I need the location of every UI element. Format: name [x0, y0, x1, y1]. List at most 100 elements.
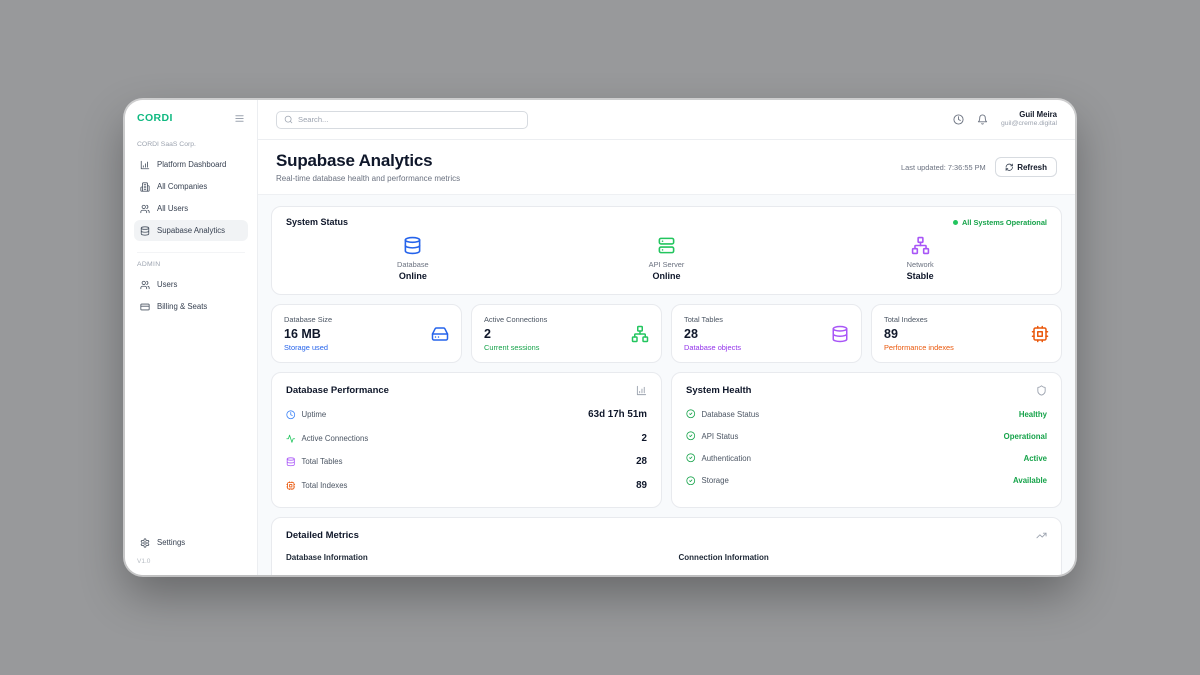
- detail-row-database-size: Database Size: 16 MB: [286, 569, 655, 575]
- gear-icon: [140, 538, 150, 548]
- health-row-label: Storage: [702, 476, 729, 485]
- detail-row-label: Active Connections:: [679, 574, 750, 575]
- last-updated-text: Last updated: 7:36:55 PM: [901, 163, 986, 172]
- database-icon: [286, 457, 296, 467]
- detail-row-value: 2: [1043, 574, 1047, 575]
- sidebar-item-supabase-analytics[interactable]: Supabase Analytics: [134, 220, 248, 241]
- detail-column-heading: Database Information: [286, 553, 655, 562]
- performance-row-active-connections: Active Connections 2: [286, 427, 647, 451]
- content-area: System Status All Systems Operational Da…: [258, 194, 1075, 575]
- metric-label: Total Indexes: [884, 315, 954, 324]
- hard-drive-icon: [431, 325, 449, 343]
- clock-icon: [286, 410, 296, 420]
- performance-row-value: 89: [636, 480, 647, 491]
- panels-row: Database Performance Uptime: [271, 372, 1062, 508]
- trending-up-icon: [1036, 530, 1047, 541]
- topbar: Guil Meira guil@creme.digital: [258, 100, 1075, 140]
- check-circle-icon: [686, 476, 696, 486]
- database-icon: [403, 236, 422, 255]
- main-area: Guil Meira guil@creme.digital Supabase A…: [258, 100, 1075, 575]
- credit-card-icon: [140, 302, 150, 312]
- app-version: V1.0: [137, 558, 245, 565]
- refresh-button[interactable]: Refresh: [995, 157, 1057, 177]
- search-icon: [284, 115, 293, 124]
- cpu-icon: [1031, 325, 1049, 343]
- sidebar: CORDI CORDI SaaS Corp. Platform Dashboar…: [125, 100, 258, 575]
- network-icon: [631, 325, 649, 343]
- metric-sublabel: Performance indexes: [884, 343, 954, 352]
- detail-column-heading: Connection Information: [679, 553, 1048, 562]
- database-performance-title: Database Performance: [286, 385, 389, 396]
- performance-row-label: Active Connections: [302, 434, 369, 443]
- users-icon: [140, 280, 150, 290]
- status-item-label: API Server: [649, 260, 685, 269]
- user-name: Guil Meira: [1001, 110, 1057, 120]
- bar-chart-icon: [140, 160, 150, 170]
- sidebar-item-label: Billing & Seats: [157, 302, 207, 311]
- performance-row-value: 28: [636, 456, 647, 467]
- health-row-storage: Storage Available: [686, 469, 1047, 491]
- app-logo: CORDI: [137, 112, 173, 124]
- refresh-icon: [1005, 163, 1014, 172]
- org-label: CORDI SaaS Corp.: [137, 141, 245, 148]
- database-icon: [831, 325, 849, 343]
- sidebar-item-label: Users: [157, 280, 177, 289]
- health-row-label: Database Status: [702, 410, 760, 419]
- detail-row-label: Database Size:: [286, 574, 340, 575]
- status-item-api-server: API Server Online: [540, 236, 794, 281]
- detail-row-active-connections: Active Connections: 2: [679, 569, 1048, 575]
- sidebar-item-label: Settings: [157, 538, 185, 547]
- database-performance-panel: Database Performance Uptime: [271, 372, 662, 508]
- check-circle-icon: [686, 409, 696, 419]
- check-circle-icon: [686, 431, 696, 441]
- sidebar-item-platform-dashboard[interactable]: Platform Dashboard: [134, 154, 248, 175]
- status-dot-icon: [953, 220, 958, 225]
- sidebar-item-settings[interactable]: Settings: [134, 532, 248, 553]
- health-row-database-status: Database Status Healthy: [686, 403, 1047, 425]
- metric-value: 2: [484, 327, 547, 341]
- detailed-metrics-card: Detailed Metrics Database Information Da…: [271, 517, 1062, 575]
- sidebar-item-all-users[interactable]: All Users: [134, 198, 248, 219]
- clock-icon[interactable]: [953, 114, 964, 125]
- sidebar-item-label: Platform Dashboard: [157, 160, 226, 169]
- bar-chart-icon: [636, 385, 647, 396]
- status-badge-label: All Systems Operational: [962, 218, 1047, 227]
- metric-sublabel: Current sessions: [484, 343, 547, 352]
- bell-icon[interactable]: [977, 114, 988, 125]
- detail-column-database-information: Database Information Database Size: 16 M…: [286, 553, 655, 575]
- detailed-metrics-title: Detailed Metrics: [286, 530, 359, 541]
- sidebar-item-billing-seats[interactable]: Billing & Seats: [134, 296, 248, 317]
- performance-row-label: Total Tables: [302, 457, 343, 466]
- user-menu[interactable]: Guil Meira guil@creme.digital: [1001, 110, 1057, 129]
- metric-label: Total Tables: [684, 315, 741, 324]
- performance-row-total-tables: Total Tables 28: [286, 450, 647, 474]
- search-input[interactable]: [298, 115, 520, 124]
- health-row-value: Active: [1024, 454, 1047, 463]
- page-header: Supabase Analytics Real-time database he…: [258, 140, 1075, 194]
- status-item-label: Database: [397, 260, 429, 269]
- search-input-wrapper[interactable]: [276, 111, 528, 129]
- health-row-label: Authentication: [702, 454, 751, 463]
- metric-sublabel: Database objects: [684, 343, 741, 352]
- app-window: CORDI CORDI SaaS Corp. Platform Dashboar…: [125, 100, 1075, 575]
- refresh-button-label: Refresh: [1017, 163, 1047, 172]
- metric-value: 28: [684, 327, 741, 341]
- sidebar-item-users[interactable]: Users: [134, 274, 248, 295]
- performance-row-label: Total Indexes: [302, 481, 348, 490]
- server-icon: [657, 236, 676, 255]
- system-health-panel: System Health Database Status: [671, 372, 1062, 508]
- sidebar-item-all-companies[interactable]: All Companies: [134, 176, 248, 197]
- status-item-network: Network Stable: [793, 236, 1047, 281]
- menu-icon[interactable]: [234, 113, 245, 124]
- user-email: guil@creme.digital: [1001, 120, 1057, 129]
- status-item-value: Online: [399, 271, 427, 281]
- system-status-title: System Status: [286, 217, 348, 227]
- metric-card-database-size: Database Size 16 MB Storage used: [271, 304, 462, 363]
- health-row-authentication: Authentication Active: [686, 447, 1047, 469]
- system-health-title: System Health: [686, 385, 751, 396]
- performance-row-value: 63d 17h 51m: [588, 409, 647, 420]
- metric-cards-row: Database Size 16 MB Storage used Active …: [271, 304, 1062, 363]
- health-row-value: Available: [1013, 476, 1047, 485]
- sidebar-item-label: All Companies: [157, 182, 207, 191]
- page-title: Supabase Analytics: [276, 151, 460, 171]
